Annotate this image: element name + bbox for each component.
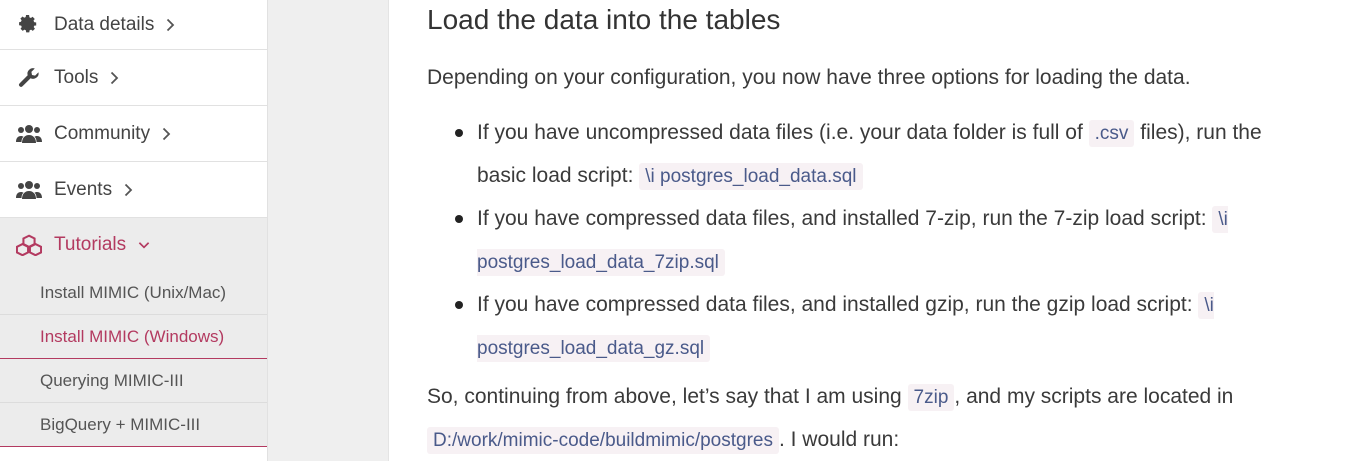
list-item: If you have compressed data files, and i… (449, 284, 1269, 370)
nav-item-data-details[interactable]: Data details (0, 0, 267, 50)
wrench-icon (16, 67, 42, 89)
list-item: If you have compressed data files, and i… (449, 198, 1269, 284)
chevron-right-icon (110, 69, 122, 87)
paragraph-text: , and my scripts are located in (954, 385, 1234, 408)
sub-item-label: Install MIMIC (Unix/Mac) (40, 283, 227, 302)
tutorials-submenu: Install MIMIC (Unix/Mac) Install MIMIC (… (0, 272, 267, 447)
inline-code: 7zip (907, 384, 955, 411)
content-gutter (268, 0, 389, 461)
sub-item-label: Install MIMIC (Windows) (40, 326, 225, 346)
nav-item-label: Data details (54, 13, 155, 35)
sub-item-querying-mimic[interactable]: Querying MIMIC-III (0, 359, 267, 403)
main-content: Load the data into the tables Depending … (389, 0, 1360, 461)
nav-item-label: Tools (54, 66, 99, 88)
list-item-text: If you have compressed data files, and i… (477, 293, 1199, 316)
section-heading: Load the data into the tables (427, 4, 781, 35)
paragraph-text: . I would run: (778, 428, 900, 451)
nav-item-label: Community (54, 122, 151, 144)
nav-item-tutorials[interactable]: Tutorials (0, 218, 267, 272)
closing-paragraph: So, continuing from above, let’s say tha… (427, 376, 1277, 461)
list-item: If you have uncompressed data files (i.e… (449, 112, 1269, 198)
gear-icon (16, 14, 42, 36)
cubes-icon (16, 234, 42, 256)
inline-code: \i postgres_load_data.sql (639, 163, 863, 190)
sub-item-bigquery-mimic[interactable]: BigQuery + MIMIC-III (0, 403, 267, 447)
sub-item-install-unix-mac[interactable]: Install MIMIC (Unix/Mac) (0, 272, 267, 315)
chevron-down-icon (138, 236, 150, 254)
chevron-right-icon (124, 181, 136, 199)
sub-item-label: Querying MIMIC-III (40, 370, 184, 390)
inline-code: D:/work/mimic-code/buildmimic/postgres (427, 427, 779, 454)
sub-item-install-windows[interactable]: Install MIMIC (Windows) (0, 315, 267, 359)
nav-item-label: Tutorials (54, 234, 127, 255)
users-icon (16, 179, 42, 201)
inline-code: .csv (1088, 120, 1135, 147)
intro-paragraph: Depending on your configuration, you now… (427, 66, 1191, 89)
chevron-right-icon (166, 16, 178, 34)
users-icon (16, 123, 42, 145)
nav-item-label: Events (54, 178, 113, 200)
nav-item-community[interactable]: Community (0, 106, 267, 162)
sidebar-nav: Data details Tools Community Events Tuto… (0, 0, 268, 461)
nav-item-tools[interactable]: Tools (0, 50, 267, 106)
sub-item-label: BigQuery + MIMIC-III (40, 414, 201, 434)
list-item-text: If you have uncompressed data files (i.e… (477, 121, 1089, 144)
nav-item-events[interactable]: Events (0, 162, 267, 218)
paragraph-text: So, continuing from above, let’s say tha… (427, 385, 908, 408)
load-options-list: If you have uncompressed data files (i.e… (449, 112, 1269, 370)
list-item-text: If you have compressed data files, and i… (477, 207, 1213, 230)
chevron-right-icon (162, 125, 174, 143)
